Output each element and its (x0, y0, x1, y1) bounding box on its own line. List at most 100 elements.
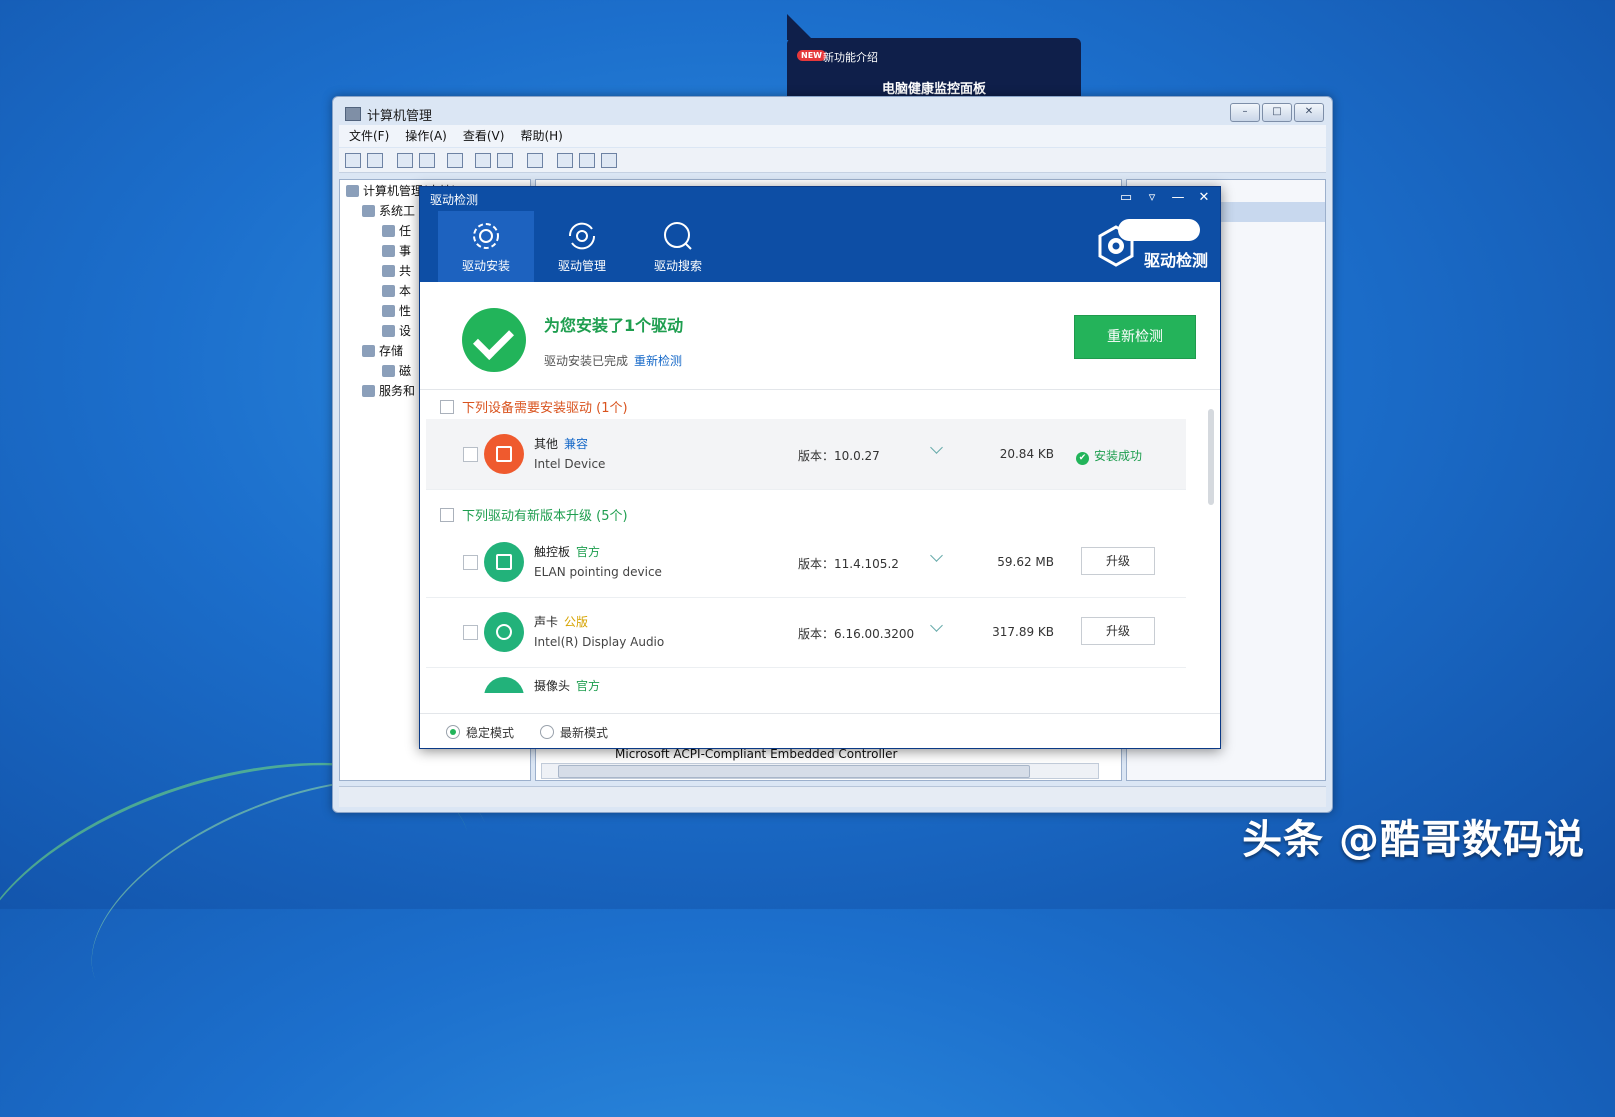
camera-icon (484, 677, 524, 693)
row-checkbox[interactable] (463, 625, 478, 640)
driver-version: 版本：10.0.27 (798, 449, 880, 463)
driver-window-header: 驱动检测 ▭ ▿ — ✕ 驱动安装 驱动管理 驱动搜索 驱动检测 (420, 187, 1220, 282)
uninstall-device-icon[interactable] (601, 153, 617, 168)
mode-selector: 稳定模式 最新模式 (420, 713, 1220, 748)
driver-category: 摄像头 (534, 679, 571, 693)
driver-size: 59.62 MB (997, 555, 1054, 569)
device-name: ELAN pointing device (534, 565, 662, 579)
driver-window-controls: ▭ ▿ — ✕ (1118, 190, 1212, 205)
forward-icon[interactable] (367, 153, 383, 168)
close-button[interactable]: ✕ (1196, 190, 1212, 205)
minimize-button[interactable]: — (1170, 190, 1186, 205)
toolbar (339, 148, 1326, 173)
watermark: 头条 @酷哥数码说 (1242, 817, 1585, 863)
device-icon (484, 434, 524, 474)
row-checkbox[interactable] (463, 555, 478, 570)
driver-window-title: 驱动检测 (430, 193, 479, 207)
row-checkbox[interactable] (463, 447, 478, 462)
computer-management-icon (345, 107, 361, 121)
tree-item[interactable]: 服务和 (362, 382, 415, 399)
tree-item[interactable]: 性 (382, 302, 411, 319)
tree-item[interactable]: 存储 (362, 342, 403, 359)
install-result: 为您安装了1个驱动 驱动安装已完成 重新检测 重新检测 (420, 282, 1220, 390)
section-upgrades[interactable]: 下列驱动有新版本升级 (5个) (440, 505, 628, 524)
chevron-down-icon[interactable] (930, 549, 943, 562)
menu-file[interactable]: 文件(F) (349, 125, 389, 147)
back-icon[interactable] (345, 153, 361, 168)
feedback-icon[interactable]: ▭ (1118, 190, 1134, 205)
window-buttons: – □ ✕ (1230, 103, 1324, 122)
health-monitor-popup: NEW 新功能介绍 电脑健康监控面板 (787, 14, 1081, 98)
driver-tag: 官方 (576, 679, 601, 693)
horizontal-scrollbar[interactable] (541, 763, 1099, 779)
tree-item[interactable]: 磁 (382, 362, 411, 379)
tree-item[interactable]: 事 (382, 242, 411, 259)
driver-tabs: 驱动安装 驱动管理 驱动搜索 (438, 211, 726, 282)
disable-device-icon[interactable] (579, 153, 595, 168)
chevron-down-icon[interactable] (930, 619, 943, 632)
tab-driver-manage[interactable]: 驱动管理 (534, 211, 630, 282)
new-feature-link[interactable]: 新功能介绍 (823, 49, 878, 65)
scrollbar-thumb[interactable] (558, 765, 1030, 778)
upgrade-button[interactable]: 升级 (1081, 617, 1155, 645)
driver-size: 317.89 KB (992, 625, 1054, 639)
panel-icon[interactable] (497, 153, 513, 168)
driver-version: 版本：11.4.105.2 (798, 557, 899, 571)
tab-driver-search[interactable]: 驱动搜索 (630, 211, 726, 282)
show-tree-icon[interactable] (419, 153, 435, 168)
tree-item[interactable]: 本 (382, 282, 411, 299)
menu-dropdown-icon[interactable]: ▿ (1144, 190, 1160, 205)
redetect-link[interactable]: 重新检测 (634, 354, 682, 368)
brand-text: 驱动检测 (1143, 251, 1208, 270)
refresh-icon (568, 222, 596, 250)
driver-row: 摄像头 官方 (426, 667, 1186, 693)
driver-row: 其他兼容 Intel Device 版本：10.0.27 20.84 KB 安装… (426, 419, 1186, 490)
driver-tag: 公版 (564, 615, 589, 629)
speaker-icon (484, 612, 524, 652)
tab-label: 驱动管理 (557, 259, 606, 273)
driver-detection-window: 驱动检测 ▭ ▿ — ✕ 驱动安装 驱动管理 驱动搜索 驱动检测 为您安装了1个… (419, 186, 1221, 749)
update-driver-icon[interactable] (557, 153, 573, 168)
latest-mode-radio[interactable]: 最新模式 (540, 724, 608, 741)
help-icon[interactable] (475, 153, 491, 168)
properties-icon[interactable] (447, 153, 463, 168)
maximize-button[interactable]: □ (1262, 103, 1292, 122)
driver-category: 触控板 (534, 545, 571, 559)
device-name: Intel(R) Display Audio (534, 635, 665, 649)
driver-version: 版本：6.16.00.3200 (798, 627, 915, 641)
tab-label: 驱动安装 (461, 259, 510, 273)
stable-mode-radio[interactable]: 稳定模式 (446, 724, 514, 741)
section-needs-install[interactable]: 下列设备需要安装驱动 (1个) (440, 397, 628, 416)
brand-logo: 驱动检测 (1094, 219, 1208, 271)
section-checkbox[interactable] (440, 400, 454, 414)
window-title: 计算机管理 (345, 105, 432, 124)
tree-item[interactable]: 系统工 (362, 202, 415, 219)
menu-view[interactable]: 查看(V) (463, 125, 505, 147)
tab-driver-install[interactable]: 驱动安装 (438, 211, 534, 282)
install-status: 安装成功 (1076, 447, 1142, 465)
driver-tag: 官方 (576, 545, 601, 559)
driver-category: 声卡 (534, 615, 559, 629)
device-name: Intel Device (534, 457, 606, 471)
success-check-icon (462, 308, 526, 372)
device-row[interactable]: Microsoft ACPI-Compliant Embedded Contro… (615, 747, 897, 761)
up-folder-icon[interactable] (397, 153, 413, 168)
driver-category: 其他 (534, 437, 559, 451)
upgrade-button[interactable]: 升级 (1081, 547, 1155, 575)
tree-item[interactable]: 任 (382, 222, 411, 239)
close-button[interactable]: ✕ (1294, 103, 1324, 122)
menu-help[interactable]: 帮助(H) (520, 125, 562, 147)
section-checkbox[interactable] (440, 508, 454, 522)
vertical-scrollbar[interactable] (1208, 409, 1214, 505)
tree-item[interactable]: 共 (382, 262, 411, 279)
result-subtitle: 驱动安装已完成 重新检测 (544, 354, 683, 368)
chevron-down-icon[interactable] (930, 441, 943, 454)
driver-size: 20.84 KB (999, 447, 1054, 461)
gear-icon (473, 223, 499, 249)
redetect-button[interactable]: 重新检测 (1074, 315, 1196, 359)
minimize-button[interactable]: – (1230, 103, 1260, 122)
search-icon (664, 222, 692, 250)
menu-action[interactable]: 操作(A) (405, 125, 447, 147)
tree-item[interactable]: 设 (382, 322, 411, 339)
scan-icon[interactable] (527, 153, 543, 168)
